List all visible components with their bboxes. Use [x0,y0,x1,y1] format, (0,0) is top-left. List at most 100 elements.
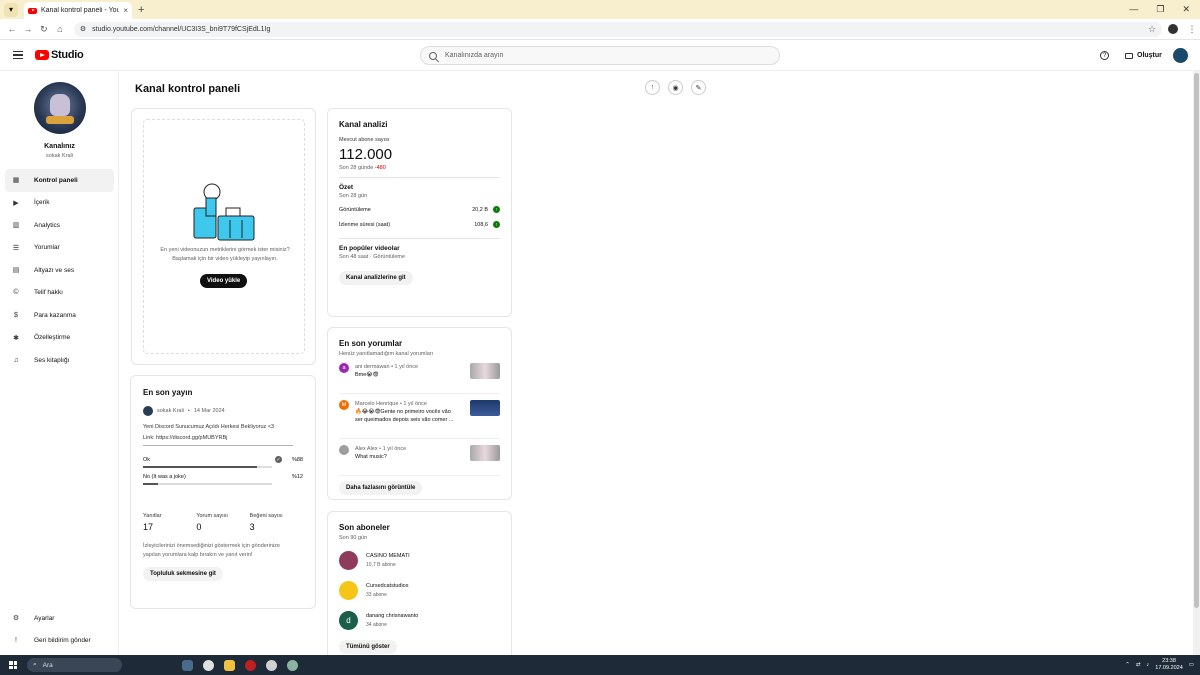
upload-text-line2: Başlamak için bir video yükleyip yayınla… [172,256,278,262]
scrollbar-thumb[interactable] [1194,73,1199,608]
sidebar: Kanalınız sokak Krali ▦ Kontrol paneli ▶ İ… [0,71,119,655]
forward-icon[interactable]: → [20,24,36,34]
subtitles-icon: ▤ [12,267,20,275]
account-avatar[interactable] [1173,48,1188,63]
browser-menu-icon[interactable]: ⋮ [1184,24,1200,35]
bookmark-star-icon[interactable]: ☆ [1148,24,1156,35]
post-stats: Yanıtlar 17 Yorum sayısı 0 Beğeni sayısı 3 [143,513,303,532]
subs-change: Son 28 günde -480 [339,165,500,171]
subscriber-item[interactable]: CASINO MEMATI 10,7 B abone [339,550,500,571]
subs-change-value: -480 [374,165,386,171]
new-tab-button[interactable]: + [138,4,144,16]
comment-text: Bme😭😨 [355,372,379,378]
volume-icon[interactable]: ♪ [1147,662,1150,668]
poll-option: Ok ✓ %88 [143,456,303,474]
subs-label: Mevcut abone sayısı [339,137,390,143]
app-icon[interactable] [245,659,256,671]
sidebar-item-label: Kontrol paneli [34,176,78,184]
back-icon[interactable]: ← [4,24,20,34]
upload-video-button[interactable]: Video yükle [200,274,248,288]
taskbar-apps [182,659,298,671]
sidebar-item-content[interactable]: ▶ İçerik [5,192,114,215]
post-separator: • [187,408,190,414]
site-info-icon[interactable]: ⚙ [80,25,86,33]
sidebar-item-monetization[interactable]: $ Para kazanma [5,304,114,327]
chrome-icon[interactable] [203,659,214,671]
app-icon[interactable] [287,659,298,671]
channel-analytics-button[interactable]: Kanal analizlerine git [339,271,413,285]
comment-item[interactable]: a ani dermawan • 1 yıl önce Bme😭😨 [339,363,500,394]
post-text: Yeni Discord Sunucumuz Açıldı Herkesi Be… [143,422,303,448]
sidebar-item-audio-library[interactable]: ♫ Ses kitaplığı [5,349,114,372]
sidebar-item-comments[interactable]: ☰ Yorumlar [5,237,114,260]
subscriber-name: CASINO MEMATI [366,553,410,559]
channel-title: Kanalınız [44,143,75,150]
minimize-icon[interactable]: — [1129,4,1138,15]
help-icon[interactable]: ? [1100,51,1109,60]
sidebar-item-analytics[interactable]: ▥ Analytics [5,214,114,237]
subscriber-item[interactable]: d danang chrisnawanto 34 abone [339,610,500,631]
sidebar-bottom: ⚙ Ayarlar ! Geri bildirim gönder [5,607,114,652]
poll-bar-fill [143,466,257,468]
sidebar-item-customization[interactable]: ✱ Özelleştirme [5,327,114,350]
sidebar-item-settings[interactable]: ⚙ Ayarlar [5,607,114,630]
channel-analytics-card: Kanal analizi Mevcut abone sayısı 112.00… [327,108,512,317]
studio-logo[interactable]: Studio [35,49,84,61]
tab-close-icon[interactable]: × [123,6,128,15]
popular-title: En popüler videolar [339,245,400,252]
comment-item[interactable]: M Marcelo Henrique • 1 yıl önce 🔥😂😭😨Gent… [339,400,500,439]
menu-icon[interactable] [13,51,23,59]
go-live-icon[interactable]: ◉ [668,80,683,95]
community-tab-button[interactable]: Topluluk sekmesine git [143,567,223,581]
task-view-icon[interactable] [182,659,193,671]
windows-start-icon[interactable] [9,661,17,669]
file-explorer-icon[interactable] [224,659,235,671]
taskbar-search[interactable]: ⌕ Ara [27,658,122,672]
close-window-icon[interactable]: ✕ [1182,4,1190,15]
channel-avatar[interactable] [34,82,86,134]
create-post-icon[interactable]: ✎ [691,80,706,95]
upload-dropzone: En yeni videonuzun metriklerini görmek i… [143,119,305,354]
view-more-button[interactable]: Daha fazlasını görüntüle [339,481,423,495]
comment-item[interactable]: Alex Alex • 1 yıl önce What music? [339,445,500,476]
sidebar-item-label: Ses kitaplığı [34,356,70,364]
feedback-icon: ! [15,637,17,645]
sidebar-item-copyright[interactable]: © Telif hakkı [5,282,114,305]
taskbar-search-label: Ara [42,661,53,669]
video-thumbnail[interactable] [470,400,500,416]
search-input[interactable]: Kanalınızda arayın [420,46,780,65]
post-text-line2: Link: https://discord.gg/pMUBYRBj [143,435,228,441]
address-bar[interactable]: ⚙ studio.youtube.com/channel/UC3I3S_bni9… [73,21,1163,37]
sidebar-item-label: Analytics [34,221,61,229]
profile-avatar[interactable] [1168,24,1179,34]
comment-author: Alex Alex [355,446,378,452]
sidebar-item-feedback[interactable]: ! Geri bildirim gönder [5,630,114,653]
network-icon[interactable]: ⇄ [1136,662,1141,668]
chevron-up-icon[interactable]: ⌃ [1125,662,1130,668]
clock[interactable]: 23:38 17.09.2024 [1155,658,1183,672]
avatar [339,551,358,570]
restore-icon[interactable]: ❐ [1156,4,1164,15]
video-thumbnail[interactable] [470,445,500,461]
sidebar-item-dashboard[interactable]: ▦ Kontrol paneli [5,169,114,192]
video-thumbnail[interactable] [470,363,500,379]
post-meta: sokak Krali • 14 Mar 2024 [143,406,303,416]
youtube-favicon-icon [28,7,37,14]
stat-comments: Yorum sayısı 0 [196,513,249,532]
browser-tab-bar: ▾ Kanal kontrol paneli - YouTube × + — ❐… [0,0,1200,19]
tab-search-icon[interactable]: ▾ [4,2,18,17]
upload-illustration-icon [193,183,255,241]
create-button[interactable]: Oluştur [1117,46,1170,65]
scrollbar[interactable] [1193,71,1200,655]
chrome-active-icon[interactable] [266,659,277,671]
browser-tab[interactable]: Kanal kontrol paneli - YouTube × [24,2,132,19]
notification-icon[interactable]: ▭ [1189,662,1194,668]
upload-icon[interactable]: ↑ [645,80,660,95]
subscriber-item[interactable]: Cursedcatstudios 33 abone [339,580,500,601]
sidebar-item-subtitles[interactable]: ▤ Altyazı ve ses [5,259,114,282]
subscriber-count: 10,7 B abone [366,562,396,568]
show-all-button[interactable]: Tümünü göster [339,640,397,654]
reload-icon[interactable]: ↻ [36,24,52,35]
home-icon[interactable]: ⌂ [52,24,68,34]
comment-time: 1 yıl önce [382,446,407,452]
